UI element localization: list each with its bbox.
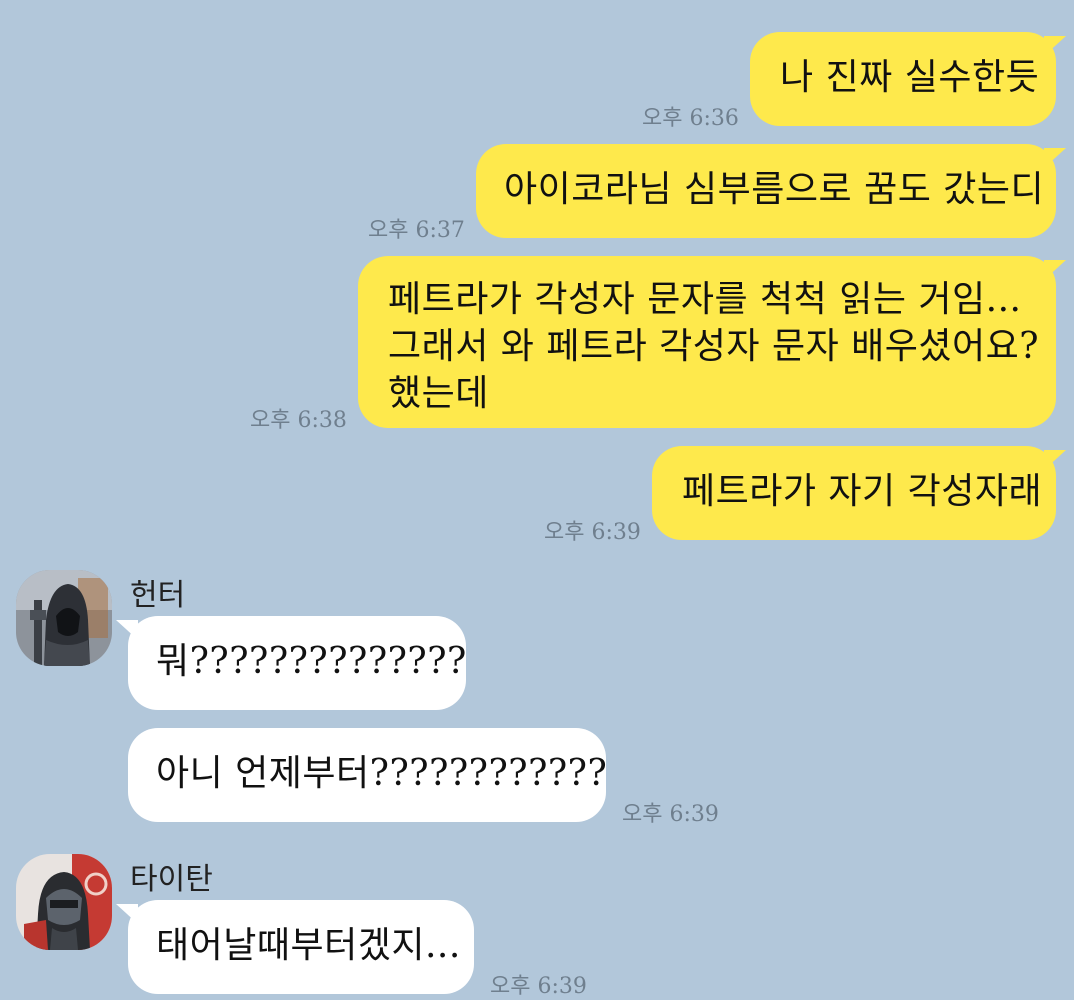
- message-timestamp: 오후 6:39: [622, 802, 719, 827]
- message-text: 태어날때부터겠지...: [156, 925, 461, 966]
- armored-titan-avatar[interactable]: [16, 854, 112, 950]
- bubble-tail: [116, 620, 138, 640]
- bubble-tail: [1044, 450, 1066, 470]
- message-text: 뭐??????????????: [156, 641, 467, 682]
- message-text: 아니 언제부터????????????: [156, 753, 608, 794]
- message-text: 페트라가 자기 각성자래: [682, 471, 1043, 512]
- bubble-tail: [116, 904, 138, 924]
- message-timestamp: 오후 6:39: [544, 520, 641, 545]
- sender-name: 헌터: [130, 578, 186, 613]
- armored-titan-avatar-icon: [16, 854, 112, 950]
- message-text: 나 진짜 실수한듯: [780, 57, 1040, 98]
- message-timestamp: 오후 6:39: [490, 974, 587, 999]
- bubble-tail: [1044, 148, 1066, 168]
- hooded-hunter-avatar-icon: [16, 570, 112, 666]
- message-text-line: 페트라가 각성자 문자를 척척 읽는 거임...: [388, 279, 1022, 320]
- sender-name: 타이탄: [130, 862, 213, 897]
- outgoing-message[interactable]: 페트라가 각성자 문자를 척척 읽는 거임... 그래서 와 페트라 각성자 문…: [358, 256, 1056, 428]
- message-timestamp: 오후 6:38: [250, 408, 347, 433]
- message-text: 아이코라님 심부름으로 꿈도 갔는디: [504, 169, 1045, 210]
- message-text-line: 했는데: [388, 373, 489, 414]
- outgoing-message[interactable]: 페트라가 자기 각성자래: [652, 446, 1056, 540]
- incoming-message[interactable]: 아니 언제부터????????????: [128, 728, 608, 822]
- incoming-message[interactable]: 뭐??????????????: [128, 616, 466, 710]
- bubble-tail: [1044, 260, 1066, 280]
- bubble-tail: [1044, 36, 1066, 56]
- outgoing-message[interactable]: 아이코라님 심부름으로 꿈도 갔는디: [476, 144, 1056, 238]
- message-timestamp: 오후 6:37: [368, 218, 465, 243]
- outgoing-message[interactable]: 나 진짜 실수한듯: [750, 32, 1056, 126]
- incoming-message[interactable]: 태어날때부터겠지...: [128, 900, 474, 994]
- message-timestamp: 오후 6:36: [642, 106, 739, 131]
- message-text-line: 그래서 와 페트라 각성자 문자 배우셨어요?: [388, 326, 1040, 367]
- hooded-hunter-avatar[interactable]: [16, 570, 112, 666]
